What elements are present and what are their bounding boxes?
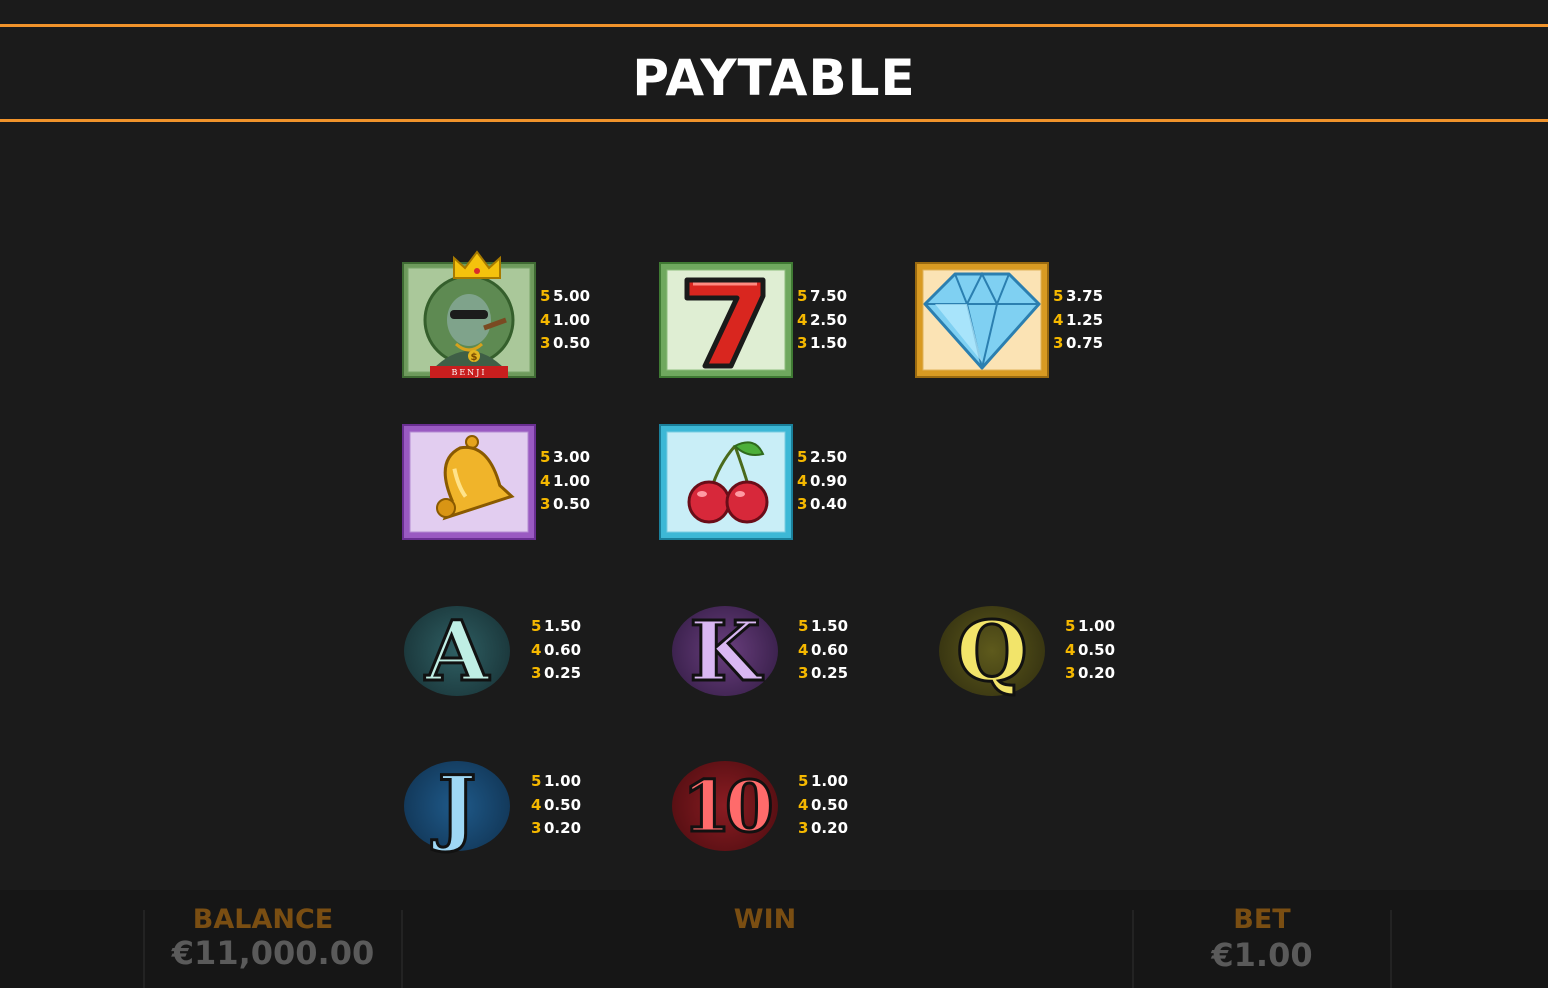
pay-row: 4 0.90 (797, 471, 848, 490)
cherry-icon (659, 424, 793, 540)
paytable-header: PAYTABLE (0, 24, 1548, 122)
paytable-bell: 5 3.00 4 1.00 3 0.50 (540, 446, 590, 517)
pay-row: 4 1.00 (540, 471, 591, 490)
pay-row: 5 2.50 (797, 448, 848, 466)
divider (1132, 910, 1134, 988)
paytable-king: 5 1.50 4 0.60 3 0.25 (798, 615, 848, 686)
pay-row: 5 1.00 (531, 772, 582, 790)
pay-row: 4 0.60 (798, 640, 849, 659)
bet-value: €1.00 (1211, 936, 1313, 974)
pay-row: 5 3.00 (540, 448, 591, 466)
queen-icon: Q (939, 605, 1045, 700)
lucky-seven-icon (659, 262, 793, 378)
pay-row: 5 5.00 (540, 287, 591, 305)
paytable-cherry: 5 2.50 4 0.90 3 0.40 (797, 446, 847, 517)
paytable-queen: 5 1.00 4 0.50 3 0.20 (1065, 615, 1115, 686)
king-icon: K (672, 605, 778, 700)
balance-label: BALANCE (192, 904, 334, 935)
pay-row: 3 0.20 (531, 819, 582, 837)
pay-row: 3 0.20 (1065, 664, 1116, 682)
diamond-icon (915, 262, 1049, 378)
pay-row: 4 2.50 (797, 310, 848, 329)
pay-row: 3 0.25 (531, 664, 582, 682)
pay-row: 5 3.75 (1053, 287, 1104, 305)
ace-icon: A (404, 605, 510, 700)
pay-row: 5 1.00 (798, 772, 849, 790)
pay-row: 4 0.60 (531, 640, 582, 659)
paytable-diamond: 5 3.75 4 1.25 3 0.75 (1053, 285, 1103, 356)
paytable-ten: 5 1.00 4 0.50 3 0.20 (798, 770, 848, 841)
pay-row: 3 0.75 (1053, 334, 1104, 352)
pay-row: 4 0.50 (1065, 640, 1116, 659)
jack-icon: J (404, 760, 510, 855)
svg-text:BENJI: BENJI (451, 368, 486, 377)
pay-row: 3 0.50 (540, 495, 591, 513)
paytable-seven: 5 7.50 4 2.50 3 1.50 (797, 285, 847, 356)
page-title: PAYTABLE (632, 49, 916, 107)
paytable-jack: 5 1.00 4 0.50 3 0.20 (531, 770, 581, 841)
status-bar: BALANCE €11,000.00 WIN BET €1.00 (0, 890, 1548, 988)
balance-value: €11,000.00 (171, 934, 375, 972)
pay-row: 4 1.25 (1053, 310, 1104, 329)
paytable-ace: 5 1.50 4 0.60 3 0.25 (531, 615, 581, 686)
pay-row: 4 0.50 (798, 795, 849, 814)
pay-row: 5 1.50 (798, 617, 849, 635)
win-label: WIN (733, 904, 797, 935)
pay-row: 3 0.25 (798, 664, 849, 682)
pay-row: 5 1.50 (531, 617, 582, 635)
bell-icon (402, 424, 536, 540)
pay-row: 3 0.50 (540, 334, 591, 352)
divider (1390, 910, 1392, 988)
ten-icon: 10 (672, 761, 778, 851)
pay-row: 5 7.50 (797, 287, 848, 305)
pay-row: 4 0.50 (531, 795, 582, 814)
pay-row: 3 0.20 (798, 819, 849, 837)
pay-row: 3 1.50 (797, 334, 848, 352)
pay-row: 3 0.40 (797, 495, 848, 513)
svg-text:$: $ (471, 352, 478, 363)
pay-row: 5 1.00 (1065, 617, 1116, 635)
pay-row: 4 1.00 (540, 310, 591, 329)
top-bar (0, 0, 1548, 24)
paytable-benji: 5 5.00 4 1.00 3 0.50 (540, 285, 590, 356)
bet-label: BET (1233, 904, 1291, 935)
crown-icon (453, 250, 501, 279)
